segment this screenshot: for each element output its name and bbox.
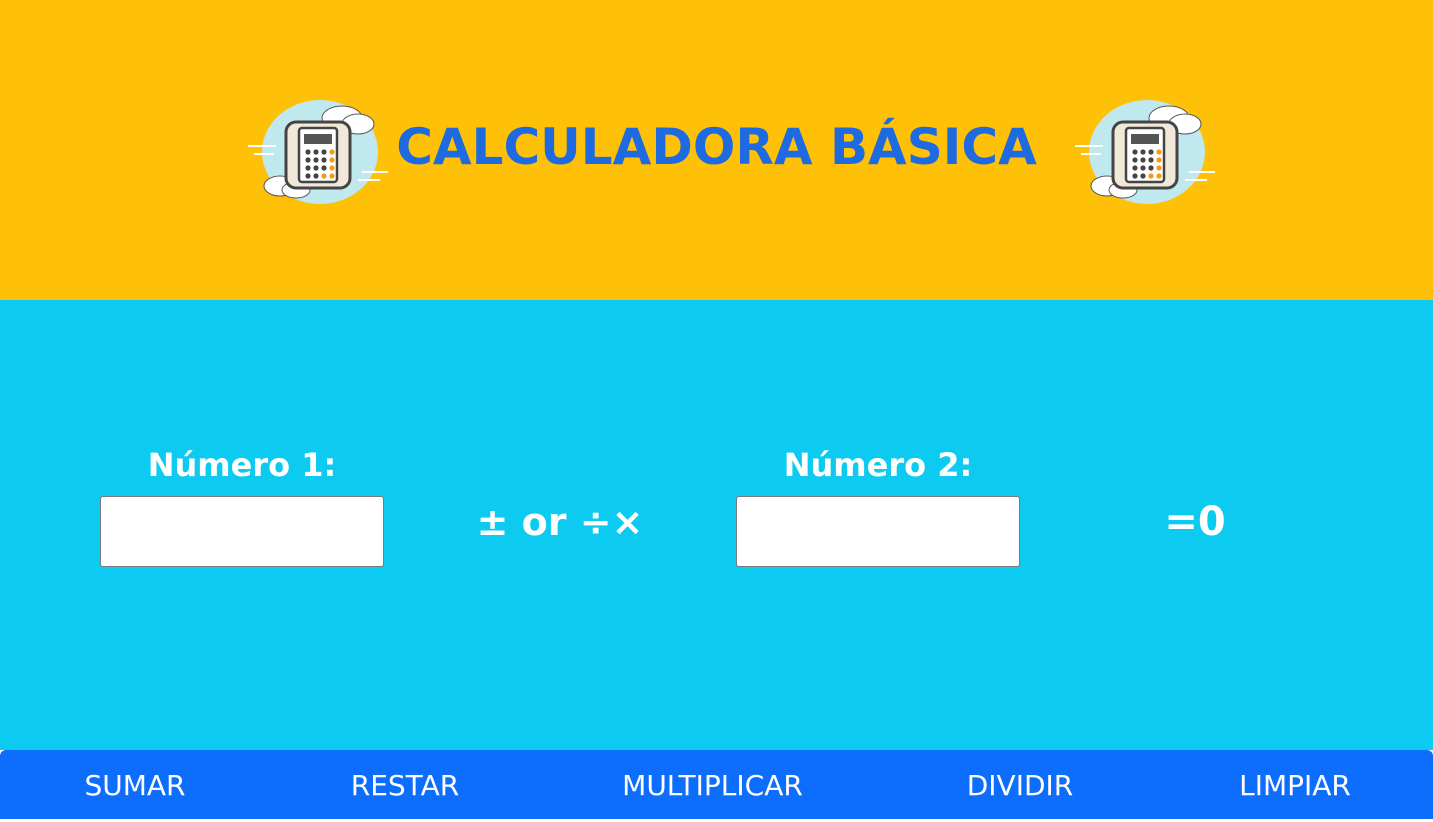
number1-input[interactable] <box>100 496 384 567</box>
operation-toolbar: SUMAR RESTAR MULTIPLICAR DIVIDIR LIMPIAR <box>0 750 1433 819</box>
calculator-icon <box>1075 100 1215 204</box>
limpiar-button[interactable]: LIMPIAR <box>1220 750 1370 819</box>
calculator-form: Número 1: ± or ÷× Número 2: =0 <box>0 300 1433 750</box>
number2-input[interactable] <box>736 496 1020 567</box>
operator-symbols: ± or ÷× <box>476 500 644 544</box>
number2-label: Número 2: <box>783 446 973 484</box>
page-title: CALCULADORA BÁSICA <box>396 118 1037 176</box>
sumar-button[interactable]: SUMAR <box>60 750 210 819</box>
header-banner: CALCULADORA BÁSICA <box>0 0 1433 300</box>
multiplicar-button[interactable]: MULTIPLICAR <box>600 750 825 819</box>
restar-button[interactable]: RESTAR <box>330 750 480 819</box>
number1-label: Número 1: <box>147 446 337 484</box>
result-display: =0 <box>1164 499 1226 545</box>
dividir-button[interactable]: DIVIDIR <box>945 750 1095 819</box>
